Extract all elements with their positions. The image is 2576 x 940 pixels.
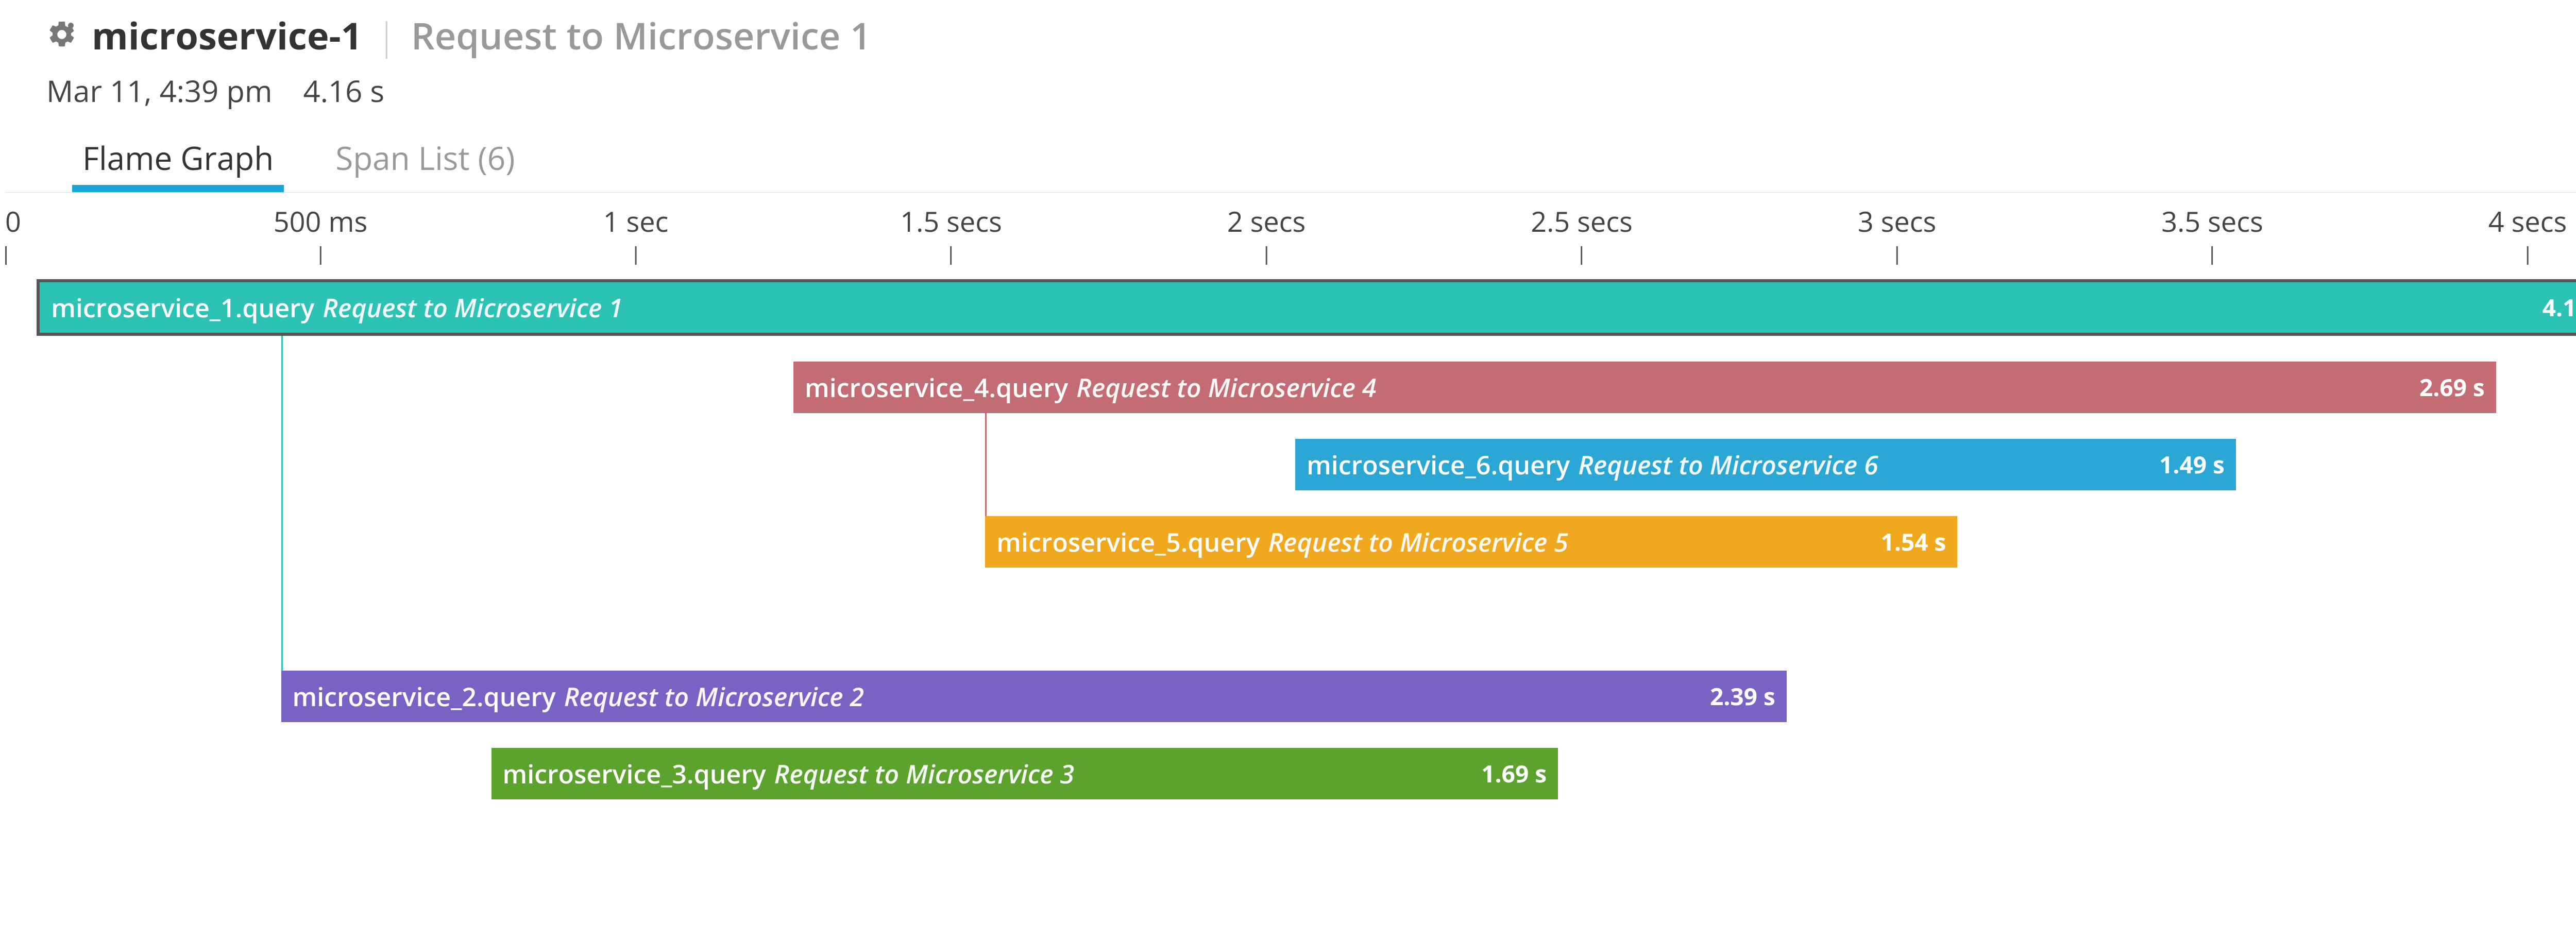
axis-tick-line — [2212, 246, 2213, 265]
axis-tick-line — [1266, 246, 1267, 265]
span-duration: 1.54 s — [1880, 526, 1946, 558]
connector-ms4 — [985, 413, 987, 516]
axis-tick-label: 0 — [5, 202, 21, 240]
header-divider — [5, 192, 2576, 193]
gears-icon — [46, 19, 77, 53]
axis-tick-label: 500 ms — [274, 202, 367, 240]
timestamp-label: Mar 11, 4:39 pm — [46, 70, 273, 111]
axis-tick-label: 3.5 secs — [2161, 202, 2263, 240]
span-bar-ms3[interactable]: microservice_3.query Request to Microser… — [492, 748, 1558, 799]
span-bar-ms2[interactable]: microservice_2.query Request to Microser… — [281, 671, 1787, 722]
service-name: microservice-1 — [92, 10, 362, 61]
axis-tick: 1 sec — [603, 202, 669, 265]
span-req: Request to Microservice 1 — [323, 290, 622, 325]
axis-tick-line — [5, 246, 7, 265]
title-row: microservice-1 | Request to Microservice… — [46, 10, 2576, 61]
span-req: Request to Microservice 6 — [1578, 447, 1878, 482]
span-duration: 1.49 s — [2159, 449, 2225, 481]
span-req: Request to Microservice 2 — [564, 679, 864, 714]
tab-flame-graph[interactable]: Flame Graph — [82, 136, 274, 189]
span-duration: 4.16 s — [2543, 292, 2576, 323]
total-duration-label: 4.16 s — [303, 70, 384, 111]
axis-tick: 3.5 secs — [2161, 202, 2263, 265]
flame-graph-area[interactable]: microservice_1.query Request to Microser… — [5, 264, 2576, 805]
axis-tick-line — [2527, 246, 2529, 265]
span-duration: 1.69 s — [1481, 758, 1547, 790]
span-op: microservice_1.query — [51, 290, 314, 325]
span-op: microservice_2.query — [293, 679, 556, 714]
axis-tick: 0 — [5, 202, 21, 265]
span-op: microservice_4.query — [805, 370, 1068, 405]
request-name: Request to Microservice 1 — [411, 10, 871, 61]
axis-tick-line — [1581, 246, 1583, 265]
axis-tick: 500 ms — [274, 202, 367, 265]
axis-tick-line — [635, 246, 636, 265]
span-req: Request to Microservice 3 — [774, 756, 1074, 791]
axis-tick-line — [319, 246, 321, 265]
title-separator: | — [377, 10, 397, 61]
axis-tick-line — [1896, 246, 1898, 265]
axis-tick: 2.5 secs — [1531, 202, 1633, 265]
time-axis: 0 500 ms 1 sec 1.5 secs 2 secs 2.5 secs 3 secs… — [5, 202, 2576, 264]
axis-tick-label: 3 secs — [1858, 202, 1937, 240]
axis-tick: 1.5 secs — [900, 202, 1002, 265]
tabs: Flame Graph Span List (6) — [46, 136, 2576, 189]
axis-tick-label: 1.5 secs — [900, 202, 1002, 240]
axis-tick-label: 4 secs — [2488, 202, 2567, 240]
axis-tick: 3 secs — [1858, 202, 1937, 265]
span-duration: 2.39 s — [1710, 680, 1775, 712]
connector-ms1 — [281, 336, 283, 671]
axis-tick-label: 1 sec — [603, 202, 669, 240]
span-bar-ms4[interactable]: microservice_4.query Request to Microser… — [793, 362, 2496, 413]
meta-row: Mar 11, 4:39 pm 4.16 s — [46, 70, 2576, 111]
span-bar-ms6[interactable]: microservice_6.query Request to Microser… — [1295, 439, 2236, 490]
axis-tick: 2 secs — [1227, 202, 1306, 265]
axis-tick-label: 2 secs — [1227, 202, 1306, 240]
axis-tick-label: 2.5 secs — [1531, 202, 1633, 240]
span-duration: 2.69 s — [2419, 371, 2485, 403]
tab-span-list[interactable]: Span List (6) — [335, 136, 515, 189]
span-op: microservice_6.query — [1307, 447, 1570, 482]
span-bar-ms5[interactable]: microservice_5.query Request to Microser… — [985, 516, 1957, 568]
span-bar-ms1[interactable]: microservice_1.query Request to Microser… — [37, 279, 2576, 336]
span-op: microservice_5.query — [996, 524, 1260, 559]
span-op: microservice_3.query — [503, 756, 766, 791]
axis-tick: 4 secs — [2488, 202, 2567, 265]
axis-tick-line — [951, 246, 952, 265]
span-req: Request to Microservice 4 — [1076, 370, 1376, 405]
span-req: Request to Microservice 5 — [1268, 524, 1568, 559]
trace-header: microservice-1 | Request to Microservice… — [5, 10, 2576, 189]
